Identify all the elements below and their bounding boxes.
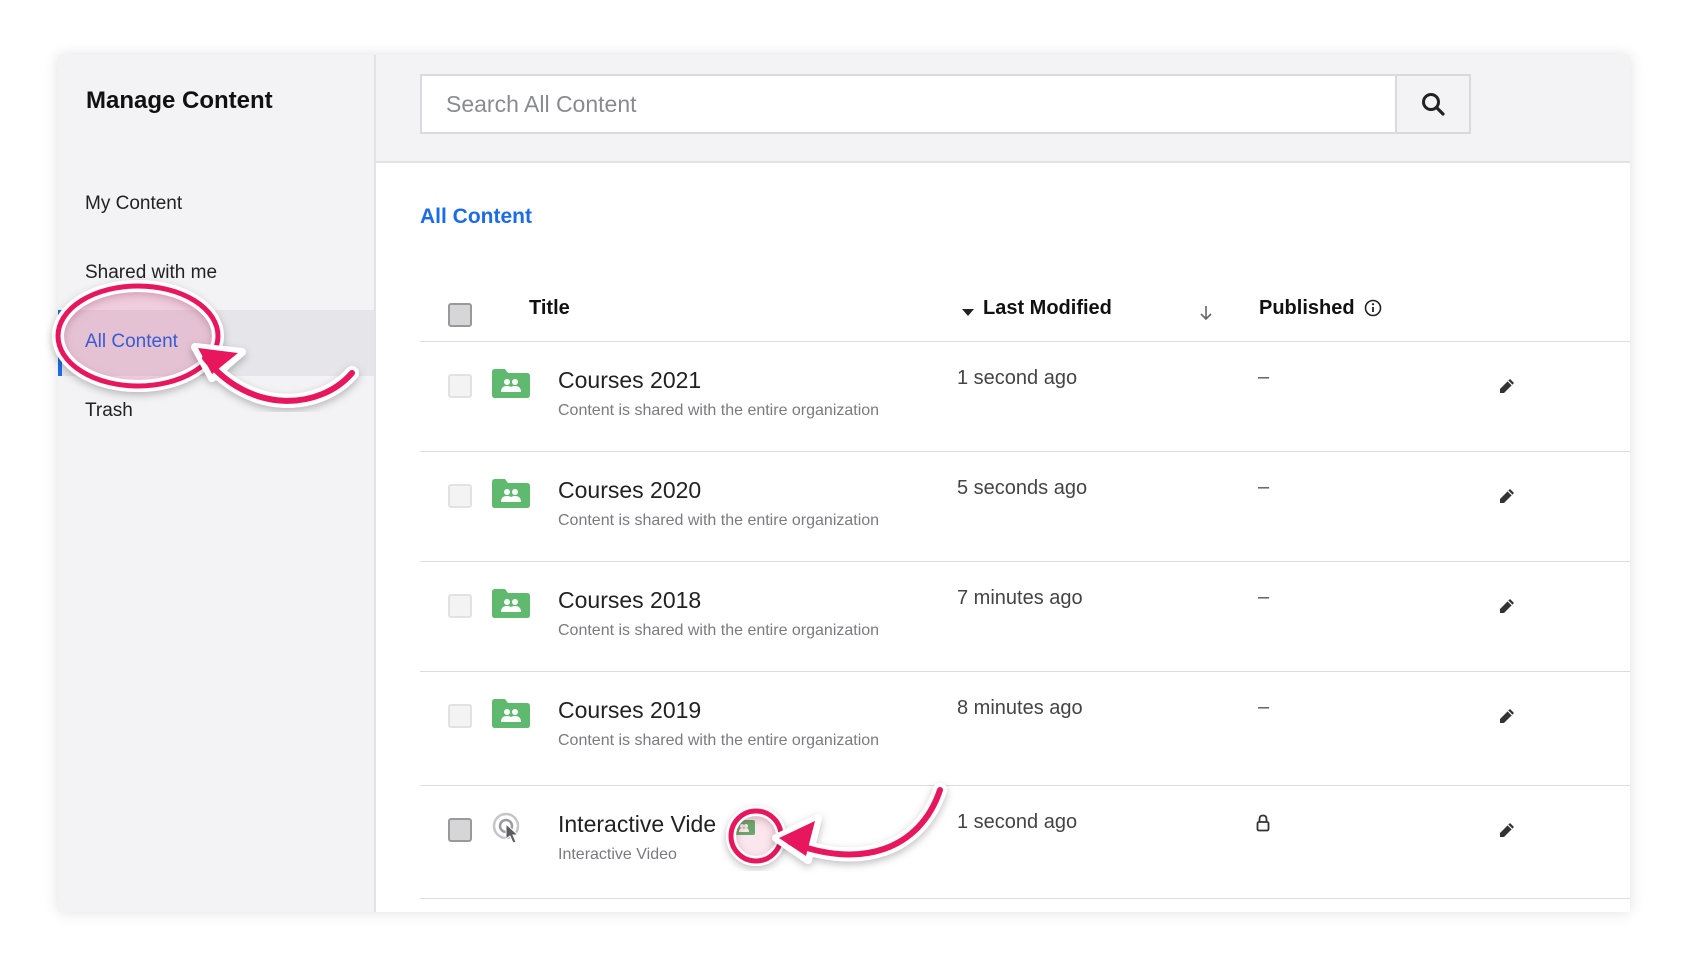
app-window: Manage Content My Content Shared with me…: [58, 55, 1630, 912]
lock-icon: [1256, 814, 1270, 832]
row-published: –: [1258, 476, 1270, 498]
row-title[interactable]: Courses 2018: [558, 587, 701, 614]
row-checkbox[interactable]: [448, 818, 472, 842]
table-row[interactable]: Courses 2018 Content is shared with the …: [376, 562, 1630, 672]
sidebar-item-label: Trash: [85, 400, 133, 421]
sidebar-item-label: All Content: [85, 331, 178, 352]
shared-folder-icon: [492, 369, 530, 398]
row-title[interactable]: Courses 2020: [558, 477, 701, 504]
info-icon[interactable]: [1364, 299, 1382, 317]
row-title[interactable]: Interactive Vide: [558, 811, 716, 838]
edit-pencil-icon[interactable]: [1499, 488, 1515, 504]
shared-folder-icon: [492, 699, 530, 728]
table-row[interactable]: Interactive Vide Interactive Video 1 sec…: [376, 786, 1630, 896]
select-all-checkbox[interactable]: [448, 303, 472, 327]
main-panel: All Content Title Last Modified Publishe…: [376, 55, 1630, 912]
sidebar-item-shared-with-me[interactable]: Shared with me: [58, 241, 374, 307]
column-header-published[interactable]: Published: [1259, 297, 1355, 320]
row-subtitle: Content is shared with the entire organi…: [558, 732, 880, 749]
row-subtitle: Content is shared with the entire organi…: [558, 622, 880, 639]
row-checkbox[interactable]: [448, 594, 472, 618]
row-last-modified: 1 second ago: [957, 811, 1078, 833]
edit-pencil-icon[interactable]: [1499, 708, 1515, 724]
interactive-video-icon: [492, 812, 520, 844]
sidebar: Manage Content My Content Shared with me…: [58, 55, 376, 912]
row-title[interactable]: Courses 2019: [558, 697, 701, 724]
table-row[interactable]: Courses 2021 Content is shared with the …: [376, 342, 1630, 452]
row-last-modified: 1 second ago: [957, 367, 1078, 389]
sidebar-item-label: Shared with me: [85, 262, 218, 283]
search-bar: [376, 55, 1630, 163]
edit-pencil-icon[interactable]: [1499, 598, 1515, 614]
row-last-modified: 8 minutes ago: [957, 697, 1083, 719]
row-subtitle: Content is shared with the entire organi…: [558, 512, 880, 529]
row-title[interactable]: Courses 2021: [558, 367, 701, 394]
row-subtitle: Content is shared with the entire organi…: [558, 402, 880, 419]
edit-pencil-icon[interactable]: [1499, 378, 1515, 394]
search-icon: [1422, 93, 1445, 116]
row-last-modified: 7 minutes ago: [957, 587, 1083, 609]
sidebar-item-my-content[interactable]: My Content: [58, 172, 374, 238]
row-published: –: [1258, 696, 1270, 718]
shared-folder-icon: [492, 479, 530, 508]
shared-folder-badge-icon: [733, 818, 755, 835]
caret-down-icon[interactable]: [962, 309, 974, 317]
search-button[interactable]: [1395, 74, 1471, 134]
table-row[interactable]: Courses 2020 Content is shared with the …: [376, 452, 1630, 562]
row-subtitle: Interactive Video: [558, 846, 677, 863]
row-published: –: [1258, 586, 1270, 608]
row-checkbox[interactable]: [448, 484, 472, 508]
row-published: –: [1258, 366, 1270, 388]
search-input[interactable]: [420, 74, 1395, 134]
table-row[interactable]: Courses 2019 Content is shared with the …: [376, 672, 1630, 782]
sidebar-item-label: My Content: [85, 193, 183, 214]
sort-descending-arrow-icon[interactable]: [1199, 305, 1213, 321]
sidebar-item-all-content[interactable]: All Content: [58, 310, 374, 376]
breadcrumb[interactable]: All Content: [420, 205, 532, 229]
sidebar-item-trash[interactable]: Trash: [58, 379, 374, 445]
divider: [420, 898, 1630, 899]
row-checkbox[interactable]: [448, 374, 472, 398]
column-header-title[interactable]: Title: [529, 297, 570, 320]
sidebar-title: Manage Content: [86, 87, 273, 114]
shared-folder-icon: [492, 589, 530, 618]
column-header-last-modified[interactable]: Last Modified: [983, 297, 1112, 320]
row-checkbox[interactable]: [448, 704, 472, 728]
row-last-modified: 5 seconds ago: [957, 477, 1088, 499]
edit-pencil-icon[interactable]: [1499, 822, 1515, 838]
